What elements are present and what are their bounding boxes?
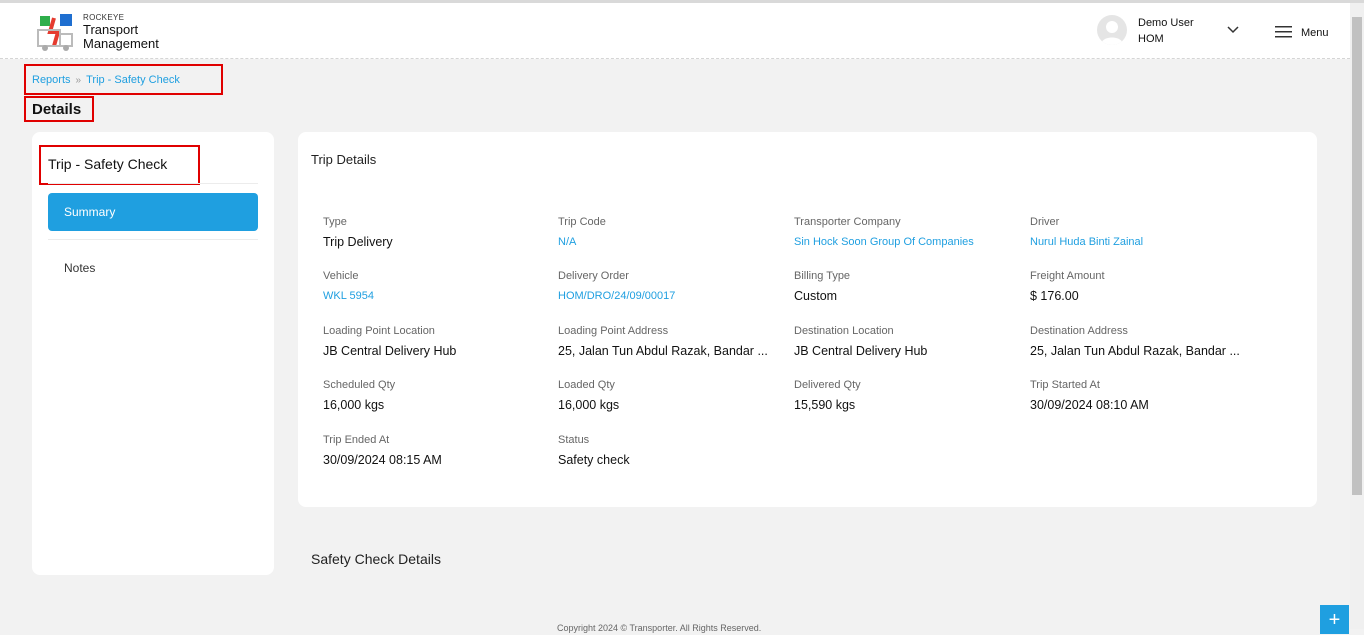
field-billing-type: Billing Type Custom [794, 270, 1019, 303]
field-label: Vehicle [323, 270, 359, 282]
field-label: Trip Ended At [323, 434, 390, 446]
field-value: 30/09/2024 08:15 AM [323, 453, 442, 467]
left-panel: Trip - Safety Check Summary Notes [32, 132, 274, 575]
card-title: Trip Details [311, 152, 377, 167]
field-value: 30/09/2024 08:10 AM [1030, 398, 1149, 412]
field-label: Billing Type [794, 270, 851, 282]
field-label: Trip Code [558, 216, 606, 228]
field-label: Loading Point Address [558, 325, 669, 337]
scrollbar-thumb[interactable] [1352, 17, 1362, 495]
field-label: Type [323, 216, 347, 228]
field-label: Loading Point Location [323, 325, 435, 337]
field-delivery-order: Delivery Order HOM/DRO/24/09/00017 [558, 270, 783, 302]
user-org: HOM [1138, 33, 1164, 45]
field-trip-started-at: Trip Started At 30/09/2024 08:10 AM [1030, 379, 1255, 412]
scrollbar[interactable] [1350, 3, 1364, 629]
breadcrumb-reports-link[interactable]: Reports [32, 74, 71, 86]
field-type: Type Trip Delivery [323, 216, 548, 249]
breadcrumb: Reports » Trip - Safety Check [32, 74, 180, 86]
safety-check-title: Safety Check Details [311, 551, 441, 567]
field-label: Freight Amount [1030, 270, 1105, 282]
trip-code-link[interactable]: N/A [558, 236, 783, 248]
field-loaded-qty: Loaded Qty 16,000 kgs [558, 379, 783, 412]
tab-summary[interactable]: Summary [48, 193, 258, 231]
field-value: 15,590 kgs [794, 398, 856, 412]
field-destination-address: Destination Address 25, Jalan Tun Abdul R… [1030, 325, 1255, 358]
field-value: JB Central Delivery Hub [323, 344, 457, 358]
footer-copyright: Copyright 2024 © Transporter. All Rights… [557, 623, 762, 633]
field-label: Loaded Qty [558, 379, 615, 391]
field-label: Delivery Order [558, 270, 629, 282]
brand-line-1: Transport [83, 21, 139, 37]
chevron-down-icon[interactable] [1226, 25, 1240, 35]
field-status: Status Safety check [558, 434, 783, 467]
hamburger-icon[interactable] [1275, 25, 1292, 39]
field-value: 16,000 kgs [323, 398, 385, 412]
field-trip-code: Trip Code N/A [558, 216, 783, 248]
field-label: Scheduled Qty [323, 379, 396, 391]
field-label: Delivered Qty [794, 379, 861, 391]
vehicle-link[interactable]: WKL 5954 [323, 290, 548, 302]
divider [48, 183, 258, 184]
breadcrumb-separator-icon: » [75, 75, 82, 86]
brand-name: ROCKEYE Transport Management [83, 13, 159, 52]
field-label: Trip Started At [1030, 379, 1100, 391]
field-value: Trip Delivery [323, 235, 393, 249]
avatar [1097, 15, 1127, 45]
field-value: JB Central Delivery Hub [794, 344, 928, 358]
field-delivered-qty: Delivered Qty 15,590 kgs [794, 379, 1019, 412]
field-value: $ 176.00 [1030, 289, 1079, 303]
field-label: Destination Address [1030, 325, 1128, 337]
field-loading-point-location: Loading Point Location JB Central Deliver… [323, 325, 548, 358]
field-loading-point-address: Loading Point Address 25, Jalan Tun Abdul… [558, 325, 783, 358]
driver-link[interactable]: Nurul Huda Binti Zainal [1030, 236, 1255, 248]
field-label: Destination Location [794, 325, 894, 337]
field-vehicle: Vehicle WKL 5954 [323, 270, 548, 302]
panel-title: Trip - Safety Check [48, 156, 168, 172]
field-transporter-company: Transporter Company Sin Hock Soon Group O… [794, 216, 1019, 248]
app-header: ROCKEYE Transport Management Demo User H… [0, 3, 1350, 59]
delivery-order-link[interactable]: HOM/DRO/24/09/00017 [558, 290, 783, 302]
menu-button[interactable]: Menu [1301, 27, 1329, 39]
brand-line-2: Management [83, 36, 159, 52]
field-driver: Driver Nurul Huda Binti Zainal [1030, 216, 1255, 248]
transporter-company-link[interactable]: Sin Hock Soon Group Of Companies [794, 236, 1019, 248]
field-value: 25, Jalan Tun Abdul Razak, Bandar ... [1030, 344, 1240, 358]
field-label: Driver [1030, 216, 1060, 228]
field-trip-ended-at: Trip Ended At 30/09/2024 08:15 AM [323, 434, 548, 467]
field-freight-amount: Freight Amount $ 176.00 [1030, 270, 1255, 303]
field-value: Custom [794, 289, 838, 303]
divider [48, 239, 258, 240]
field-value: 16,000 kgs [558, 398, 620, 412]
page-title: Details [32, 101, 82, 118]
status-value: Safety check [558, 453, 630, 467]
user-name: Demo User [1138, 17, 1194, 29]
field-scheduled-qty: Scheduled Qty 16,000 kgs [323, 379, 548, 412]
field-value: 25, Jalan Tun Abdul Razak, Bandar ... [558, 344, 768, 358]
field-label: Transporter Company [794, 216, 901, 228]
tab-notes[interactable]: Notes [64, 261, 95, 275]
add-button[interactable]: + [1320, 605, 1349, 634]
breadcrumb-current[interactable]: Trip - Safety Check [86, 74, 180, 86]
field-label: Status [558, 434, 590, 446]
field-destination-location: Destination Location JB Central Delivery … [794, 325, 1019, 358]
trip-details-card: Trip Details Type Trip Delivery Trip Code… [298, 132, 1317, 507]
user-icon [1101, 21, 1123, 45]
truck-logo-icon [37, 14, 73, 51]
